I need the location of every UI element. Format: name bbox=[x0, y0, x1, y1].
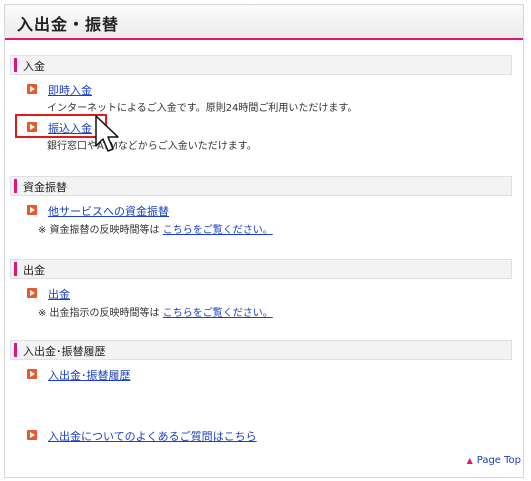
arrow-bullet-icon bbox=[27, 430, 37, 440]
triangle-up-icon: ▲ bbox=[466, 456, 473, 465]
fund-transfer-note-link[interactable]: こちらをご覧ください。 bbox=[163, 225, 273, 236]
arrow-bullet-icon bbox=[27, 369, 37, 379]
section-heading-label: 出金 bbox=[23, 264, 45, 277]
section-accent-bar bbox=[14, 262, 17, 276]
withdrawal-note: ※ 出金指示の反映時間等は こちらをご覧ください。 bbox=[38, 304, 273, 319]
section-heading-fund-transfer: 資金振替 bbox=[10, 176, 512, 196]
mouse-cursor-icon bbox=[95, 115, 119, 152]
arrow-bullet-icon bbox=[27, 84, 37, 94]
section-accent-bar bbox=[14, 58, 17, 72]
instant-deposit-description: インターネットによるご入金です。原則24時間ご利用いただけます。 bbox=[47, 103, 358, 114]
page-title: 入出金・振替 bbox=[17, 15, 120, 34]
fund-transfer-link[interactable]: 他サービスへの資金振替 bbox=[48, 203, 169, 219]
instant-deposit-link[interactable]: 即時入金 bbox=[48, 82, 92, 98]
faq-link[interactable]: 入出金についてのよくあるご質問はこちら bbox=[48, 428, 257, 444]
section-heading-history: 入出金･振替履歴 bbox=[10, 340, 512, 360]
withdrawal-note-text: ※ 出金指示の反映時間等は bbox=[38, 308, 160, 319]
section-heading-label: 入金 bbox=[23, 60, 45, 73]
page-header: 入出金・振替 bbox=[5, 5, 523, 40]
withdrawal-link[interactable]: 出金 bbox=[48, 286, 70, 302]
section-heading-withdrawal: 出金 bbox=[10, 259, 512, 279]
fund-transfer-note-text: ※ 資金振替の反映時間等は bbox=[38, 225, 160, 236]
withdrawal-note-link[interactable]: こちらをご覧ください。 bbox=[163, 308, 273, 319]
section-accent-bar bbox=[14, 343, 17, 357]
content-panel: 入出金・振替 bbox=[4, 4, 524, 478]
arrow-bullet-icon bbox=[27, 205, 37, 215]
page-top-label: Page Top bbox=[476, 455, 521, 466]
transfer-deposit-description: 銀行窓口やATMなどからご入金いただけます。 bbox=[47, 141, 257, 152]
section-heading-deposit: 入金 bbox=[10, 55, 512, 75]
history-link[interactable]: 入出金･振替履歴 bbox=[48, 367, 131, 383]
page-top-link[interactable]: ▲ Page Top bbox=[467, 455, 521, 466]
section-accent-bar bbox=[14, 179, 17, 193]
section-heading-label: 入出金･振替履歴 bbox=[23, 345, 106, 358]
section-heading-label: 資金振替 bbox=[23, 181, 67, 194]
fund-transfer-note: ※ 資金振替の反映時間等は こちらをご覧ください。 bbox=[38, 221, 273, 236]
arrow-bullet-icon bbox=[27, 288, 37, 298]
